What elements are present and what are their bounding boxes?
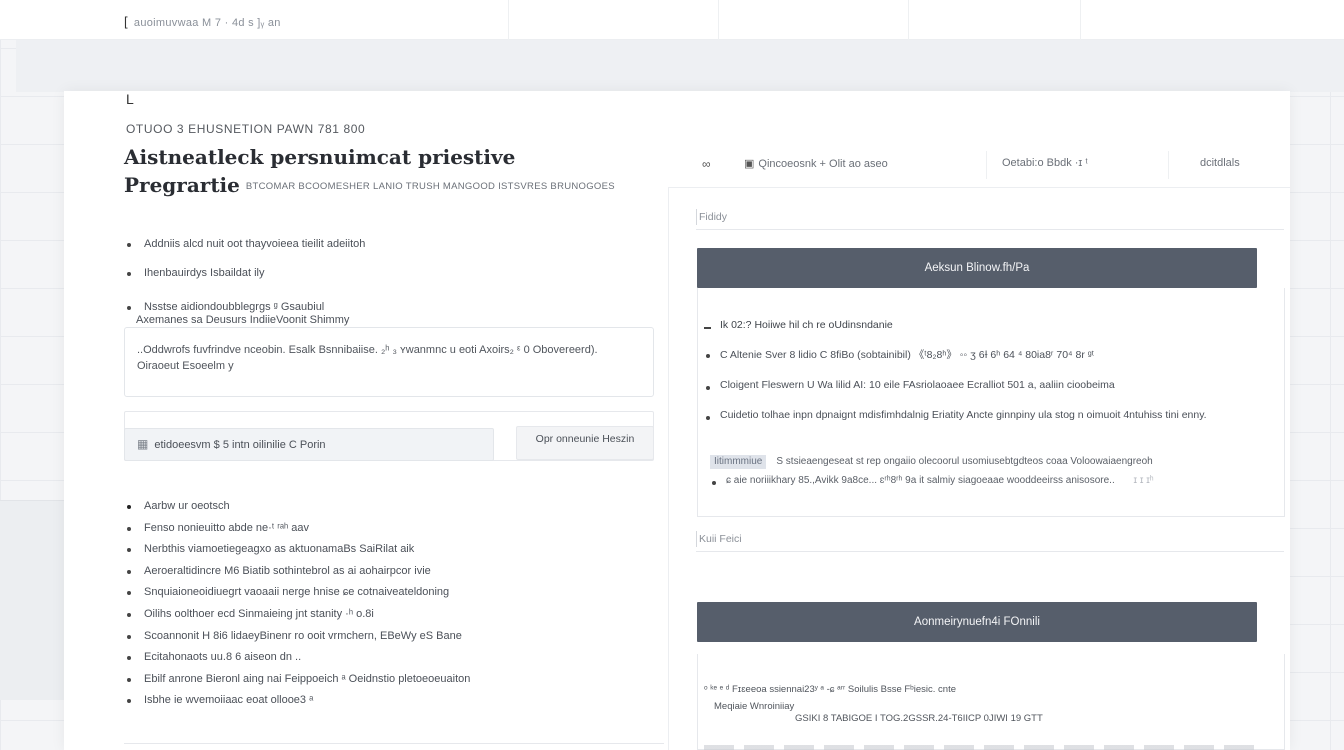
page-kicker: OTUOO 3 EHUSNETION PAWN 781 800 — [126, 122, 366, 136]
link-icon[interactable]: ∞ — [702, 157, 711, 171]
info-text-2: Oiraoeut Esoeelm y — [137, 360, 234, 372]
list-item: Isbhe ie wvemoiiaac eoat ollooe3 ᵃ — [126, 690, 470, 712]
divider — [124, 743, 664, 744]
list-item: Snquiaioneoidiuegrt vaoaaii nerge hnise … — [126, 582, 470, 604]
list-item: Nerbthis viamoetiegeagxo as aktuonamaBs … — [126, 539, 470, 561]
section-header[interactable]: Aeksun Blinow.fh/Pa — [697, 248, 1257, 288]
field-label: Fididy — [696, 209, 727, 225]
toolbar-divider — [1168, 151, 1169, 179]
search-input-value: etidoeesvm $ 5 intn oilinilie C Porin — [154, 439, 326, 451]
list-item: Cloigent Fleswern U Wa lilid AI: 10 eile… — [704, 379, 1207, 409]
note-text: S stsieaengeseat st rep ongaiio olecooru… — [776, 456, 1153, 467]
list-item: Ebilf anrone Bieronl aing nai Feippoeich… — [126, 669, 470, 691]
list-item: Fenso nonieuitto abde ne·ᵗ ʳᵃʰ aav — [126, 518, 470, 540]
list-item: Oilihs oolthoer ecd Sinmaieing jnt stani… — [126, 604, 470, 626]
feature-list: Addniis alcd nuit oot thayvoieea tieilit… — [126, 234, 365, 319]
info-text-1: ..Oddwrofs fuvfrindve nceobin. Esalk Bsn… — [137, 344, 598, 356]
list-item: Scoannonit H 8i6 lidaeyBinenr ro ooit vr… — [126, 626, 470, 648]
toolbar-item-1-label: Qincoeosnk + Olit ao aseo — [758, 158, 888, 170]
title-subtext: BTCOMAR BCOOMESHER LANIO TRUSH MANGOOD I… — [245, 180, 615, 192]
background-strip — [16, 40, 1344, 92]
toolbar-item-2[interactable]: Oetabi:o Bbdk ·ɪ ᵗ — [1002, 157, 1088, 169]
list-item: Aeroeraltidincre M6 Biatib sothintebrol … — [126, 561, 470, 583]
section-list-head: Ik 02:? Hoiiwe hil ch re oUdinsndanie — [704, 319, 1207, 347]
title-line-1: Aistneatleck persnuimcat priestive — [124, 145, 516, 169]
note2-fade: ɪ ɪ ɪʰ — [1133, 475, 1154, 486]
section-header[interactable]: Aonmeirynuefn4i FOnnili — [697, 602, 1257, 642]
corner-mark: L — [126, 91, 134, 107]
address-line: ᵒ ᵏᵉ ᵉ ᵈ Fɪɛeeoa ssiennai23ʸ ᵃ -ɕ ᵃʳʳ So… — [704, 684, 957, 695]
toolbar-divider — [986, 151, 987, 179]
detail-list: Aarbw ur oeotsch Fenso nonieuitto abde n… — [126, 496, 470, 712]
top-bar: [ auoimuvwaa M 7 · 4d s ]ᵧ an — [0, 0, 1344, 40]
grid-icon: ▦ — [137, 437, 149, 451]
breadcrumb-text: auoimuvwaa M 7 · 4d s ]ᵧ an — [133, 17, 281, 29]
title-line-2: Pregrartie — [124, 173, 240, 197]
topbar-divider — [908, 0, 909, 40]
topbar-divider — [1080, 0, 1081, 40]
breadcrumb[interactable]: [ auoimuvwaa M 7 · 4d s ]ᵧ an — [124, 14, 281, 29]
toolbar-item-1[interactable]: ▣ Qincoeosnk + Olit ao aseo — [744, 157, 888, 170]
info-box: ..Oddwrofs fuvfrindve nceobin. Esalk Bsn… — [124, 327, 654, 397]
section-list: Ik 02:? Hoiiwe hil ch re oUdinsndanie C … — [704, 319, 1207, 439]
topbar-divider — [508, 0, 509, 40]
note-row: Iitimmmiue S stsieaengeseat st rep ongaii… — [710, 455, 1153, 469]
main-card: L OTUOO 3 EHUSNETION PAWN 781 800 Aistne… — [64, 91, 1290, 750]
right-toolbar: ∞ ▣ Qincoeosnk + Olit ao aseo Oetabi:o Bb… — [668, 143, 1290, 188]
search-button[interactable]: Opr onneunie Heszin — [516, 426, 654, 460]
address-line: GSIKI 8 TABIGOE I TOG.2GSSR.24-T6IICP 0J… — [795, 713, 1043, 724]
note-list-item: ɕ aie noriiikhary 85.,Avikk 9a8ce... ɛʳʰ… — [710, 475, 1154, 486]
search-input[interactable]: ▦ etidoeesvm $ 5 intn oilinilie C Porin — [124, 428, 494, 461]
topbar-divider — [718, 0, 719, 40]
chat-icon: ▣ — [744, 158, 755, 170]
field-label: Kuii Feici — [696, 531, 742, 547]
info-box-heading: Axemanes sa Deusurs IndiieVoonit Shimmy — [124, 314, 362, 326]
page-title: Aistneatleck persnuimcat priestive Pregr… — [124, 143, 684, 201]
toolbar-item-3[interactable]: dcitdlals — [1200, 157, 1240, 169]
faded-text-row — [704, 745, 1264, 750]
left-edge-panel — [0, 500, 66, 700]
list-item: Aarbw ur oeotsch — [126, 496, 470, 518]
list-item: C Altenie Sver 8 lidio C 8fiBo (sobtaini… — [704, 347, 1207, 379]
field-underline — [696, 551, 1284, 552]
list-item: Ecitahonaots uu.8 6 aiseon dn .. — [126, 647, 470, 669]
list-item: Addniis alcd nuit oot thayvoieea tieilit… — [126, 234, 365, 256]
note2-text: ɕ aie noriiikhary 85.,Avikk 9a8ce... ɛʳʰ… — [726, 475, 1115, 486]
field-underline — [696, 229, 1284, 230]
list-item: Cuidetio tolhae inpn dpnaignt mdisfimhda… — [704, 409, 1207, 439]
address-block: ᵒ ᵏᵉ ᵉ ᵈ Fɪɛeeoa ssiennai23ʸ ᵃ -ɕ ᵃʳʳ So… — [704, 681, 956, 715]
breadcrumb-mark: [ — [124, 14, 128, 29]
list-item: Ihenbauirdys Isbaildat ily — [126, 263, 365, 285]
column-divider — [668, 187, 669, 750]
note-tag: Iitimmmiue — [710, 455, 767, 469]
